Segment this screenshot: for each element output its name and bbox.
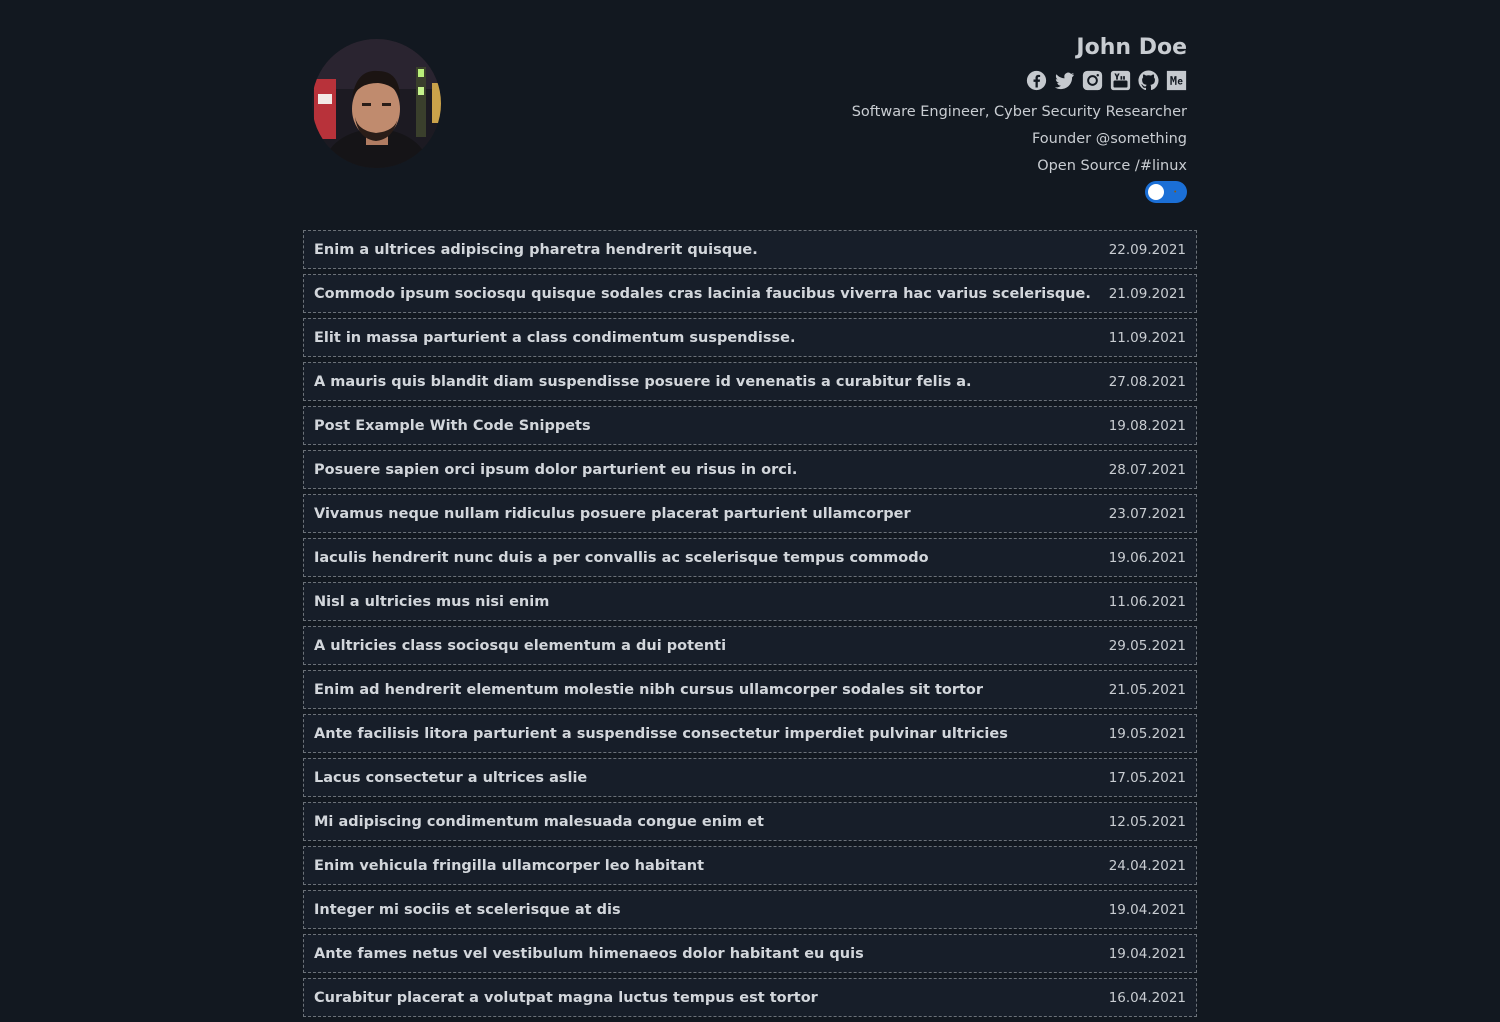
post-date: 11.09.2021 [1108, 329, 1186, 346]
post-title-link[interactable]: Elit in massa parturient a class condime… [314, 330, 795, 346]
page-container: John Doe Software Engineer, Cyber Securi… [303, 0, 1197, 1017]
post-date: 17.05.2021 [1108, 769, 1186, 786]
post-title-link[interactable]: A mauris quis blandit diam suspendisse p… [314, 374, 972, 390]
post-item[interactable]: Ante facilisis litora parturient a suspe… [303, 714, 1197, 753]
post-date: 23.07.2021 [1108, 505, 1186, 522]
post-item[interactable]: Vivamus neque nullam ridiculus posuere p… [303, 494, 1197, 533]
twitter-icon[interactable] [1054, 70, 1075, 91]
post-date: 21.05.2021 [1108, 681, 1186, 698]
facebook-icon[interactable] [1026, 70, 1047, 91]
post-item[interactable]: Lacus consectetur a ultrices aslie 17.05.… [303, 758, 1197, 797]
post-date: 28.07.2021 [1108, 461, 1186, 478]
post-item[interactable]: Commodo ipsum sociosqu quisque sodales c… [303, 274, 1197, 313]
youtube-icon[interactable] [1110, 70, 1131, 91]
post-date: 12.05.2021 [1108, 813, 1186, 830]
post-title-link[interactable]: Integer mi sociis et scelerisque at dis [314, 902, 621, 918]
instagram-icon[interactable] [1082, 70, 1103, 91]
post-title-link[interactable]: A ultricies class sociosqu elementum a d… [314, 638, 726, 654]
post-item[interactable]: Elit in massa parturient a class condime… [303, 318, 1197, 357]
avatar [312, 39, 441, 168]
post-title-link[interactable]: Post Example With Code Snippets [314, 418, 591, 434]
bio-line-founder: Founder @something [1031, 131, 1187, 147]
post-item[interactable]: Curabitur placerat a volutpat magna luct… [303, 978, 1197, 1017]
github-icon[interactable] [1138, 69, 1159, 91]
profile-bio: Software Engineer, Cyber Security Resear… [667, 99, 1187, 180]
avatar-photo [312, 39, 441, 168]
post-date: 29.05.2021 [1108, 637, 1186, 654]
post-title-link[interactable]: Enim ad hendrerit elementum molestie nib… [314, 682, 983, 698]
post-date: 19.04.2021 [1108, 901, 1186, 918]
post-date: 19.08.2021 [1108, 417, 1186, 434]
post-title-link[interactable]: Mi adipiscing condimentum malesuada cong… [314, 814, 764, 830]
post-date: 19.04.2021 [1108, 945, 1186, 962]
post-list: Enim a ultrices adipiscing pharetra hend… [303, 230, 1197, 1022]
post-item[interactable]: Enim vehicula fringilla ullamcorper leo … [303, 846, 1197, 885]
post-title-link[interactable]: Posuere sapien orci ipsum dolor parturie… [314, 462, 797, 478]
toggle-knob [1148, 184, 1164, 200]
social-links [667, 69, 1187, 91]
post-title-link[interactable]: Nisl a ultricies mus nisi enim [314, 594, 549, 610]
post-item[interactable]: Mi adipiscing condimentum malesuada cong… [303, 802, 1197, 841]
post-item[interactable]: Ante fames netus vel vestibulum himenaeo… [303, 934, 1197, 973]
post-title-link[interactable]: Iaculis hendrerit nunc duis a per conval… [314, 550, 929, 566]
post-date: 16.04.2021 [1108, 989, 1186, 1006]
post-date: 21.09.2021 [1108, 285, 1186, 302]
post-title-link[interactable]: Enim vehicula fringilla ullamcorper leo … [314, 858, 704, 874]
post-title-link[interactable]: Lacus consectetur a ultrices aslie [314, 770, 587, 786]
post-date: 27.08.2021 [1108, 373, 1186, 390]
post-date: 19.05.2021 [1108, 725, 1186, 742]
post-item[interactable]: A mauris quis blandit diam suspendisse p… [303, 362, 1197, 401]
post-title-link[interactable]: Vivamus neque nullam ridiculus posuere p… [314, 506, 911, 522]
post-title-link[interactable]: Ante fames netus vel vestibulum himenaeo… [314, 946, 864, 962]
post-item[interactable]: Post Example With Code Snippets 19.08.202… [303, 406, 1197, 445]
bio-line-open-source: Open Source /#linux [1037, 158, 1187, 174]
post-title-link[interactable]: Ante facilisis litora parturient a suspe… [314, 726, 1008, 742]
post-title-link[interactable]: Curabitur placerat a volutpat magna luct… [314, 990, 818, 1006]
post-item[interactable]: Iaculis hendrerit nunc duis a per conval… [303, 538, 1197, 577]
post-item[interactable]: Enim ad hendrerit elementum molestie nib… [303, 670, 1197, 709]
post-title-link[interactable]: Commodo ipsum sociosqu quisque sodales c… [314, 286, 1091, 302]
post-date: 22.09.2021 [1108, 241, 1186, 258]
post-title-link[interactable]: Enim a ultrices adipiscing pharetra hend… [314, 242, 758, 258]
post-date: 19.06.2021 [1108, 549, 1186, 566]
profile-header: John Doe Software Engineer, Cyber Securi… [667, 33, 1187, 207]
profile-name: John Doe [1076, 35, 1187, 60]
post-item[interactable]: Enim a ultrices adipiscing pharetra hend… [303, 230, 1197, 269]
post-date: 24.04.2021 [1108, 857, 1186, 874]
post-item[interactable]: Posuere sapien orci ipsum dolor parturie… [303, 450, 1197, 489]
behance-icon[interactable] [1166, 70, 1187, 91]
post-item[interactable]: Integer mi sociis et scelerisque at dis 1… [303, 890, 1197, 929]
post-item[interactable]: Nisl a ultricies mus nisi enim 11.06.2021 [303, 582, 1197, 621]
post-item[interactable]: A ultricies class sociosqu elementum a d… [303, 626, 1197, 665]
bio-line-title: Software Engineer, Cyber Security Resear… [851, 104, 1187, 120]
moon-icon [1174, 185, 1182, 198]
theme-toggle[interactable] [1145, 181, 1187, 203]
post-date: 11.06.2021 [1108, 593, 1186, 610]
